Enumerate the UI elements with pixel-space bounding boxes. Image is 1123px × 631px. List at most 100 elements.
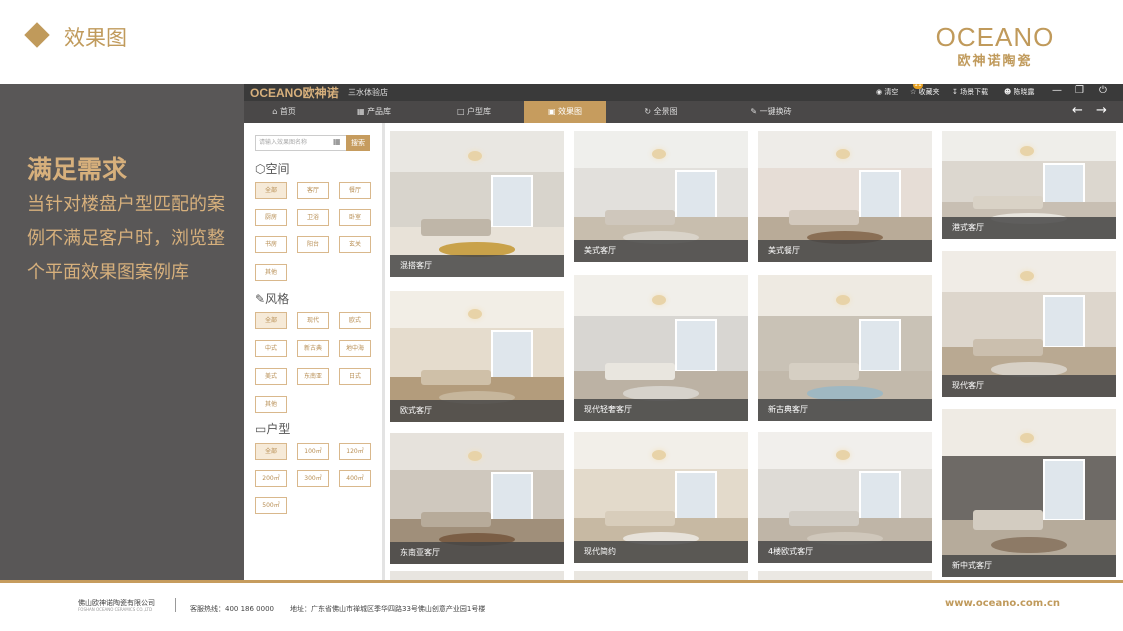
filter-style-section: ✎风格	[255, 292, 290, 306]
app-logo: OCEANO欧神诺	[250, 86, 339, 100]
rendering-caption: 新古典客厅	[758, 399, 932, 421]
rendering-caption: 美式客厅	[574, 240, 748, 262]
tab-floorplans[interactable]: □ 户型库	[424, 101, 524, 123]
sofa	[605, 510, 675, 527]
tag-layout-all[interactable]: 全部	[255, 443, 287, 460]
window	[1042, 459, 1086, 521]
filter-space-title: 空间	[265, 162, 290, 176]
sofa	[973, 195, 1043, 209]
rendering-card-partial[interactable]	[758, 571, 932, 580]
tag-style-chinese[interactable]: 中式	[255, 340, 287, 357]
minimize-icon[interactable]: —	[1052, 85, 1062, 96]
footer-divider	[0, 580, 1123, 583]
rendering-card[interactable]: 4楼欧式客厅	[758, 432, 932, 563]
rendering-card[interactable]: 美式客厅	[574, 131, 748, 262]
rendering-caption: 港式客厅	[942, 217, 1116, 239]
window	[490, 472, 534, 521]
tag-layout-120[interactable]: 120㎡	[339, 443, 371, 460]
footer-separator	[175, 598, 176, 612]
footer-address: 地址：广东省佛山市禅城区季华四路33号佛山创意产业园1号楼	[290, 605, 486, 613]
tag-style-modern[interactable]: 现代	[297, 312, 329, 329]
rendering-card[interactable]: 东南亚客厅	[390, 433, 564, 564]
footer-website[interactable]: www.oceano.com.cn	[945, 598, 1060, 609]
description-panel: 满足需求 当针对楼盘户型匹配的案例不满足客户时，浏览整个平面效果图案例库	[0, 84, 244, 580]
search-button[interactable]: 搜索	[346, 135, 370, 151]
tag-style-all[interactable]: 全部	[255, 312, 287, 329]
tab-panorama[interactable]: ↻ 全景图	[606, 101, 716, 123]
tag-space-entry[interactable]: 玄关	[339, 236, 371, 253]
window	[674, 318, 718, 373]
sofa	[421, 511, 491, 528]
tag-style-neoclassic[interactable]: 新古典	[297, 340, 329, 357]
rendering-card[interactable]: 新中式客厅	[942, 409, 1116, 577]
sofa	[789, 209, 859, 226]
window	[490, 330, 534, 379]
tag-style-southeast-asian[interactable]: 东南亚	[297, 368, 329, 385]
rendering-card[interactable]: 港式客厅	[942, 131, 1116, 239]
window	[490, 174, 534, 229]
power-icon[interactable]: ⏻	[1099, 85, 1107, 96]
tag-space-living[interactable]: 客厅	[297, 182, 329, 199]
rendering-card-partial[interactable]	[390, 571, 564, 580]
window	[858, 318, 902, 373]
window	[858, 170, 902, 219]
tag-layout-300[interactable]: 300㎡	[297, 470, 329, 487]
brand-logo-en: OCEANO	[935, 22, 1055, 52]
tag-space-bedroom[interactable]: 卧室	[339, 209, 371, 226]
tag-layout-200[interactable]: 200㎡	[255, 470, 287, 487]
tag-space-kitchen[interactable]: 厨房	[255, 209, 287, 226]
tag-layout-400[interactable]: 400㎡	[339, 470, 371, 487]
main-nav: ⌂ 首页 ▦ 产品库 □ 户型库 ▣ 效果图 ↻ 全景图 ✎ 一键换砖 ← →	[244, 101, 1123, 123]
restore-icon[interactable]: ❐	[1075, 85, 1084, 96]
tab-panorama-label: 全景图	[653, 107, 678, 116]
rendering-caption: 现代简约	[574, 541, 748, 563]
grid-icon: ▦	[333, 137, 341, 146]
tab-tile-swap[interactable]: ✎ 一键换砖	[716, 101, 826, 123]
tag-space-bath[interactable]: 卫浴	[297, 209, 329, 226]
tag-layout-100[interactable]: 100㎡	[297, 443, 329, 460]
tag-space-balcony[interactable]: 阳台	[297, 236, 329, 253]
window	[1042, 163, 1086, 205]
back-arrow-icon[interactable]: ←	[1072, 103, 1083, 118]
tag-style-mediterranean[interactable]: 地中海	[339, 340, 371, 357]
sofa	[421, 218, 491, 237]
rendering-card[interactable]: 现代轻奢客厅	[574, 275, 748, 421]
user-button[interactable]: ☻ 陈晓露	[1004, 87, 1035, 97]
rendering-card[interactable]: 现代简约	[574, 432, 748, 563]
tag-space-all[interactable]: 全部	[255, 182, 287, 199]
tab-products[interactable]: ▦ 产品库	[324, 101, 424, 123]
sofa	[421, 369, 491, 386]
filter-style-title: 风格	[265, 292, 290, 306]
window	[674, 170, 718, 219]
rendering-caption: 现代客厅	[942, 375, 1116, 397]
store-name: 三水体验店	[348, 88, 388, 97]
rendering-card-partial[interactable]	[574, 571, 748, 580]
clear-label: 清空	[884, 88, 899, 96]
rendering-card[interactable]: 混搭客厅	[390, 131, 564, 277]
tag-style-other[interactable]: 其他	[255, 396, 287, 413]
tag-style-japanese[interactable]: 日式	[339, 368, 371, 385]
tab-floorplans-label: 户型库	[467, 107, 492, 116]
tag-layout-500[interactable]: 500㎡	[255, 497, 287, 514]
tab-home[interactable]: ⌂ 首页	[244, 101, 324, 123]
clear-button[interactable]: ◉ 清空	[876, 87, 898, 97]
tab-products-label: 产品库	[367, 107, 392, 116]
tag-space-dining[interactable]: 餐厅	[339, 182, 371, 199]
tag-space-study[interactable]: 书房	[255, 236, 287, 253]
rendering-card[interactable]: 欧式客厅	[390, 291, 564, 422]
rendering-caption: 现代轻奢客厅	[574, 399, 748, 421]
description-heading: 满足需求	[27, 155, 128, 184]
rendering-card[interactable]: 新古典客厅	[758, 275, 932, 421]
rendering-card[interactable]: 现代客厅	[942, 251, 1116, 397]
tag-style-european[interactable]: 欧式	[339, 312, 371, 329]
description-text: 当针对楼盘户型匹配的案例不满足客户时，浏览整个平面效果图案例库	[27, 194, 225, 283]
rendering-caption: 东南亚客厅	[390, 542, 564, 564]
forward-arrow-icon[interactable]: →	[1096, 103, 1107, 118]
tag-space-other[interactable]: 其他	[255, 264, 287, 281]
download-button[interactable]: ↧ 场景下载	[952, 87, 988, 97]
rendering-card[interactable]: 美式餐厅	[758, 131, 932, 262]
tab-renderings[interactable]: ▣ 效果图	[524, 101, 606, 123]
footer-company-en: FOSHAN OCEANO CERAMICS CO.,LTD	[78, 607, 153, 612]
sofa	[789, 362, 859, 381]
tag-style-american[interactable]: 美式	[255, 368, 287, 385]
